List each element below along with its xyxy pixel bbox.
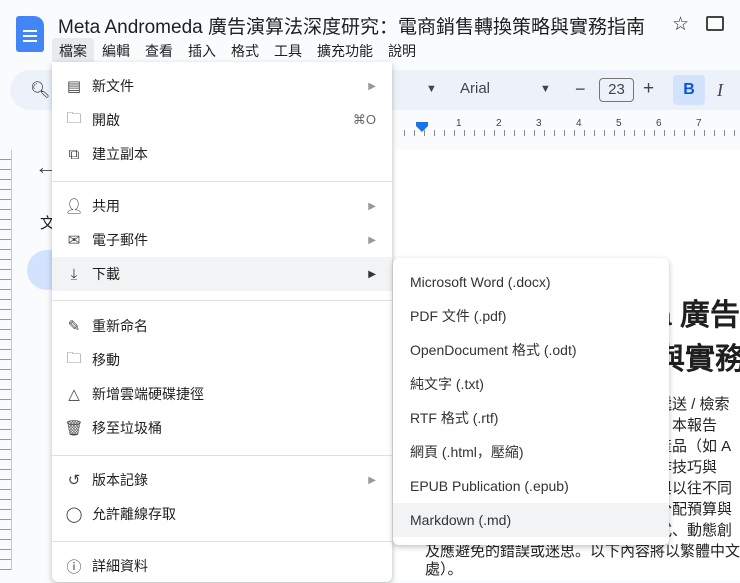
menu-item-label: 移動 bbox=[92, 352, 120, 368]
decrease-font-button[interactable]: − bbox=[575, 79, 586, 100]
menu-item-offline[interactable]: ◯ 允許離線存取 bbox=[52, 497, 392, 531]
ruler-tick: 1 bbox=[456, 118, 462, 129]
submenu-arrow-icon: ▶ bbox=[368, 200, 376, 212]
menu-item-make-copy[interactable]: ⧉ 建立副本 bbox=[52, 137, 392, 171]
pencil-icon: ✎ bbox=[67, 318, 81, 335]
menu-item-rename[interactable]: ✎ 重新命名 bbox=[52, 309, 392, 343]
download-pdf[interactable]: PDF 文件 (.pdf) bbox=[393, 299, 669, 333]
ruler-tick: 3 bbox=[536, 118, 542, 129]
menu-item-label: 版本記錄 bbox=[92, 472, 148, 488]
font-size-input[interactable]: 23 bbox=[599, 78, 634, 102]
download-submenu: Microsoft Word (.docx) PDF 文件 (.pdf) Ope… bbox=[393, 258, 669, 545]
menu-insert[interactable]: 插入 bbox=[181, 38, 223, 62]
ruler-tick: 7 bbox=[696, 118, 702, 129]
info-icon: ⓘ bbox=[66, 558, 82, 576]
download-txt[interactable]: 純文字 (.txt) bbox=[393, 367, 669, 401]
submenu-arrow-icon: ▶ bbox=[368, 234, 376, 246]
menu-item-add-shortcut[interactable]: △ 新增雲端硬碟捷徑 bbox=[52, 377, 392, 411]
menu-extensions[interactable]: 擴充功能 bbox=[310, 38, 380, 62]
folder-icon: 🗀 bbox=[66, 109, 82, 127]
star-icon[interactable]: ☆ bbox=[672, 13, 689, 36]
menu-tools[interactable]: 工具 bbox=[267, 38, 309, 62]
bold-button[interactable]: B bbox=[673, 75, 705, 105]
download-html[interactable]: 網頁 (.html，壓縮) bbox=[393, 435, 669, 469]
submenu-arrow-icon: ▶ bbox=[368, 268, 376, 280]
menu-divider bbox=[52, 300, 392, 301]
download-icon: ⤓ bbox=[70, 265, 78, 283]
italic-button[interactable]: I bbox=[717, 80, 723, 101]
menu-edit[interactable]: 編輯 bbox=[95, 38, 137, 62]
ruler-tick: 4 bbox=[576, 118, 582, 129]
menu-item-label: 移至垃圾桶 bbox=[92, 420, 162, 436]
menu-help[interactable]: 說明 bbox=[381, 38, 423, 62]
menu-item-label: 新文件 bbox=[92, 78, 134, 94]
menu-item-label: 電子郵件 bbox=[92, 232, 148, 248]
menu-item-email[interactable]: ✉ 電子郵件 ▶ bbox=[52, 223, 392, 257]
document-icon: ▤ bbox=[66, 78, 82, 95]
menu-item-label: 建立副本 bbox=[92, 146, 148, 162]
menu-item-share[interactable]: 👤︎ 共用 ▶ bbox=[52, 189, 392, 223]
increase-font-button[interactable]: + bbox=[643, 78, 654, 100]
download-docx[interactable]: Microsoft Word (.docx) bbox=[393, 265, 669, 299]
person-add-icon: 👤︎ bbox=[64, 198, 84, 215]
menu-item-new-document[interactable]: ▤ 新文件 ▶ bbox=[52, 69, 392, 103]
ruler-tick: 5 bbox=[616, 118, 622, 129]
offline-icon: ◯ bbox=[65, 506, 83, 523]
download-rtf[interactable]: RTF 格式 (.rtf) bbox=[393, 401, 669, 435]
menu-item-label: 允許離線存取 bbox=[92, 506, 176, 522]
menu-item-open[interactable]: 🗀 開啟 ⌘O bbox=[52, 103, 392, 137]
menu-item-label: 重新命名 bbox=[92, 318, 148, 334]
ruler-tick: 6 bbox=[656, 118, 662, 129]
trash-icon: 🗑︎ bbox=[64, 420, 84, 437]
vertical-ruler[interactable] bbox=[0, 150, 12, 570]
drive-shortcut-icon: △ bbox=[68, 386, 80, 403]
font-select[interactable]: Arial ▼ bbox=[460, 80, 555, 97]
shortcut-label: ⌘O bbox=[352, 112, 376, 127]
menu-item-label: 下載 bbox=[92, 266, 120, 282]
style-dropdown-arrow-icon[interactable]: ▼ bbox=[426, 83, 437, 95]
indent-marker-icon[interactable] bbox=[416, 122, 428, 132]
file-menu: ▤ 新文件 ▶ 🗀 開啟 ⌘O ⧉ 建立副本 👤︎ 共用 ▶ ✉ 電子郵件 ▶ ⤓ 下載 ▶ ✎ 重新命… bbox=[52, 62, 392, 582]
docs-logo[interactable] bbox=[16, 16, 44, 52]
submenu-arrow-icon: ▶ bbox=[368, 80, 376, 92]
menu-item-version-history[interactable]: ↺ 版本記錄 ▶ bbox=[52, 463, 392, 497]
menu-divider bbox=[52, 541, 392, 542]
menu-file[interactable]: 檔案 bbox=[52, 38, 94, 62]
chevron-down-icon: ▼ bbox=[540, 83, 551, 95]
download-odt[interactable]: OpenDocument 格式 (.odt) bbox=[393, 333, 669, 367]
menu-bar: 檔案 編輯 查看 插入 格式 工具 擴充功能 說明 bbox=[52, 38, 424, 62]
copy-icon: ⧉ bbox=[68, 145, 80, 163]
doc-body-line: 處）。 bbox=[425, 561, 463, 578]
mail-icon: ✉ bbox=[67, 232, 81, 249]
menu-item-move[interactable]: 🗀 移動 bbox=[52, 343, 392, 377]
ruler-tick: 2 bbox=[496, 118, 502, 129]
menu-item-label: 詳細資料 bbox=[92, 558, 148, 574]
menu-item-label: 開啟 bbox=[92, 112, 120, 128]
horizontal-ruler[interactable]: 1 2 3 4 5 6 7 bbox=[395, 118, 740, 136]
font-name: Arial bbox=[460, 80, 491, 97]
menu-divider bbox=[52, 455, 392, 456]
download-epub[interactable]: EPUB Publication (.epub) bbox=[393, 469, 669, 503]
menu-item-trash[interactable]: 🗑︎ 移至垃圾桶 bbox=[52, 411, 392, 445]
menu-item-details[interactable]: ⓘ 詳細資料 bbox=[52, 549, 392, 583]
menu-view[interactable]: 查看 bbox=[138, 38, 180, 62]
menu-item-download[interactable]: ⤓ 下載 ▶ bbox=[52, 257, 392, 291]
search-icon[interactable]: 🔍︎ bbox=[30, 80, 50, 100]
document-title[interactable]: Meta Andromeda 廣告演算法深度研究：電商銷售轉換策略與實務指南 bbox=[58, 12, 645, 39]
menu-divider bbox=[52, 181, 392, 182]
history-icon: ↺ bbox=[67, 472, 81, 489]
menu-item-label: 新增雲端硬碟捷徑 bbox=[92, 386, 204, 402]
submenu-arrow-icon: ▶ bbox=[368, 474, 376, 486]
move-folder-icon: 🗀 bbox=[66, 349, 82, 367]
download-markdown[interactable]: Markdown (.md) bbox=[393, 503, 669, 537]
menu-item-label: 共用 bbox=[92, 198, 120, 214]
menu-format[interactable]: 格式 bbox=[224, 38, 266, 62]
move-folder-icon[interactable] bbox=[706, 16, 724, 31]
